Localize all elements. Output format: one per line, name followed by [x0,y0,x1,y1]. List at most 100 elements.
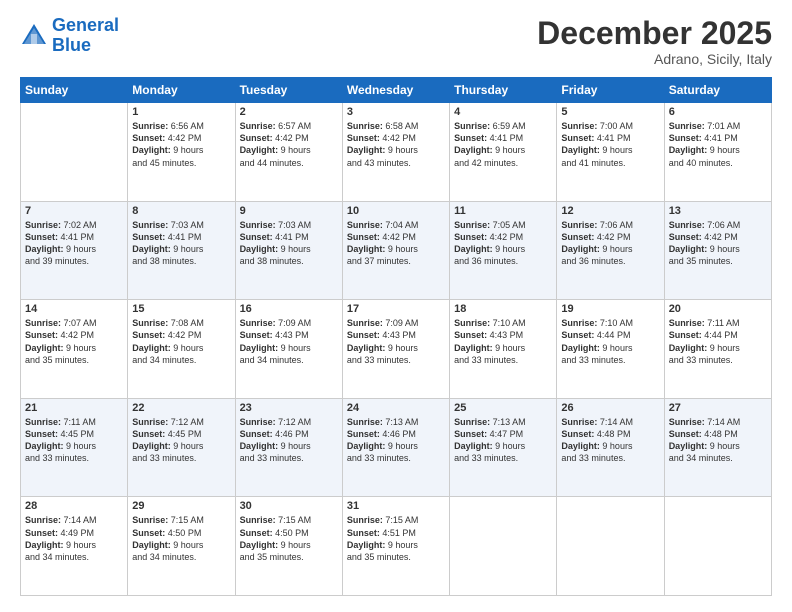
day-number: 19 [561,303,659,315]
table-row: 26Sunrise: 7:14 AMSunset: 4:48 PMDayligh… [557,398,664,497]
table-row: 21Sunrise: 7:11 AMSunset: 4:45 PMDayligh… [21,398,128,497]
info-line: Daylight: 9 hours [240,539,338,551]
info-line: Daylight: 9 hours [240,342,338,354]
info-line: and 36 minutes. [561,255,659,267]
info-line: Sunrise: 7:11 AM [25,416,123,428]
info-line: Sunrise: 7:08 AM [132,317,230,329]
cell-info: Sunrise: 7:08 AMSunset: 4:42 PMDaylight:… [132,317,230,366]
info-line: Sunset: 4:49 PM [25,527,123,539]
info-line: Daylight: 9 hours [25,440,123,452]
info-line: Daylight: 9 hours [132,440,230,452]
info-line: Sunset: 4:42 PM [240,132,338,144]
page: General Blue December 2025 Adrano, Sicil… [0,0,792,612]
table-row: 4Sunrise: 6:59 AMSunset: 4:41 PMDaylight… [450,103,557,202]
info-line: Sunrise: 7:06 AM [561,219,659,231]
cell-info: Sunrise: 7:04 AMSunset: 4:42 PMDaylight:… [347,219,445,268]
info-line: Sunset: 4:43 PM [347,329,445,341]
info-line: Daylight: 9 hours [454,440,552,452]
cell-info: Sunrise: 7:12 AMSunset: 4:46 PMDaylight:… [240,416,338,465]
table-row [450,497,557,596]
cell-info: Sunrise: 7:10 AMSunset: 4:44 PMDaylight:… [561,317,659,366]
cell-info: Sunrise: 7:15 AMSunset: 4:50 PMDaylight:… [240,514,338,563]
cell-info: Sunrise: 6:58 AMSunset: 4:42 PMDaylight:… [347,120,445,169]
info-line: Sunrise: 7:07 AM [25,317,123,329]
info-line: and 36 minutes. [454,255,552,267]
info-line: Sunrise: 7:09 AM [240,317,338,329]
info-line: Sunrise: 7:14 AM [561,416,659,428]
location-title: Adrano, Sicily, Italy [537,51,772,67]
info-line: Daylight: 9 hours [669,243,767,255]
col-tuesday: Tuesday [235,78,342,103]
info-line: and 42 minutes. [454,157,552,169]
table-row: 16 Sunrise: 7:09 AMSunset: 4:43 PMDayligh… [235,300,342,399]
info-line: Sunset: 4:50 PM [132,527,230,539]
info-line: Sunrise: 7:05 AM [454,219,552,231]
info-line: Sunrise: 7:06 AM [669,219,767,231]
table-row: 10 Sunrise: 7:04 AMSunset: 4:42 PMDayligh… [342,201,449,300]
info-line: Sunrise: 6:56 AM [132,120,230,132]
info-line: and 34 minutes. [25,551,123,563]
info-line: Daylight: 9 hours [347,440,445,452]
info-line: Daylight: 9 hours [347,342,445,354]
table-row: 18Sunrise: 7:10 AMSunset: 4:43 PMDayligh… [450,300,557,399]
day-number: 10 [347,205,445,217]
info-line: Sunset: 4:42 PM [454,231,552,243]
info-line: Sunset: 4:43 PM [454,329,552,341]
table-row: 23Sunrise: 7:12 AMSunset: 4:46 PMDayligh… [235,398,342,497]
cell-info: Sunrise: 7:03 AMSunset: 4:41 PMDaylight:… [132,219,230,268]
info-line: Daylight: 9 hours [132,144,230,156]
table-row: 28Sunrise: 7:14 AMSunset: 4:49 PMDayligh… [21,497,128,596]
day-number: 29 [132,500,230,512]
info-line: and 44 minutes. [240,157,338,169]
cell-info: Sunrise: 6:56 AMSunset: 4:42 PMDaylight:… [132,120,230,169]
table-row: 2Sunrise: 6:57 AMSunset: 4:42 PMDaylight… [235,103,342,202]
info-line: Sunset: 4:50 PM [240,527,338,539]
cell-info: Sunrise: 7:14 AMSunset: 4:49 PMDaylight:… [25,514,123,563]
info-line: Sunset: 4:42 PM [561,231,659,243]
info-line: Sunset: 4:42 PM [347,231,445,243]
info-line: Sunset: 4:48 PM [669,428,767,440]
table-row: 19 Sunrise: 7:10 AMSunset: 4:44 PMDayligh… [557,300,664,399]
info-line: Sunrise: 7:11 AM [669,317,767,329]
info-line: Sunset: 4:51 PM [347,527,445,539]
info-line: and 40 minutes. [669,157,767,169]
info-line: Daylight: 9 hours [454,144,552,156]
cell-info: Sunrise: 7:11 AMSunset: 4:44 PMDaylight:… [669,317,767,366]
day-number: 13 [669,205,767,217]
info-line: and 34 minutes. [240,354,338,366]
calendar-week-row: 28Sunrise: 7:14 AMSunset: 4:49 PMDayligh… [21,497,772,596]
info-line: Daylight: 9 hours [347,144,445,156]
info-line: Sunset: 4:42 PM [25,329,123,341]
day-number: 24 [347,402,445,414]
info-line: and 33 minutes. [454,354,552,366]
cell-info: Sunrise: 7:00 AMSunset: 4:41 PMDaylight:… [561,120,659,169]
title-block: December 2025 Adrano, Sicily, Italy [537,16,772,67]
info-line: Daylight: 9 hours [347,243,445,255]
info-line: Daylight: 9 hours [132,342,230,354]
info-line: Sunrise: 7:15 AM [132,514,230,526]
cell-info: Sunrise: 7:09 AMSunset: 4:43 PMDaylight:… [240,317,338,366]
info-line: Daylight: 9 hours [25,342,123,354]
day-number: 22 [132,402,230,414]
table-row [664,497,771,596]
day-number: 16 [240,303,338,315]
table-row: 12Sunrise: 7:06 AMSunset: 4:42 PMDayligh… [557,201,664,300]
day-number: 5 [561,106,659,118]
info-line: and 33 minutes. [454,452,552,464]
cell-info: Sunrise: 7:15 AMSunset: 4:50 PMDaylight:… [132,514,230,563]
day-number: 15 [132,303,230,315]
table-row: 11Sunrise: 7:05 AMSunset: 4:42 PMDayligh… [450,201,557,300]
table-row: 6Sunrise: 7:01 AMSunset: 4:41 PMDaylight… [664,103,771,202]
info-line: Daylight: 9 hours [669,144,767,156]
calendar-week-row: 7Sunrise: 7:02 AMSunset: 4:41 PMDaylight… [21,201,772,300]
day-number: 30 [240,500,338,512]
day-number: 9 [240,205,338,217]
table-row: 1Sunrise: 6:56 AMSunset: 4:42 PMDaylight… [128,103,235,202]
cell-info: Sunrise: 7:13 AMSunset: 4:47 PMDaylight:… [454,416,552,465]
day-number: 7 [25,205,123,217]
info-line: Daylight: 9 hours [454,342,552,354]
info-line: Sunrise: 6:57 AM [240,120,338,132]
info-line: Sunset: 4:42 PM [132,329,230,341]
cell-info: Sunrise: 7:15 AMSunset: 4:51 PMDaylight:… [347,514,445,563]
info-line: Sunset: 4:46 PM [347,428,445,440]
